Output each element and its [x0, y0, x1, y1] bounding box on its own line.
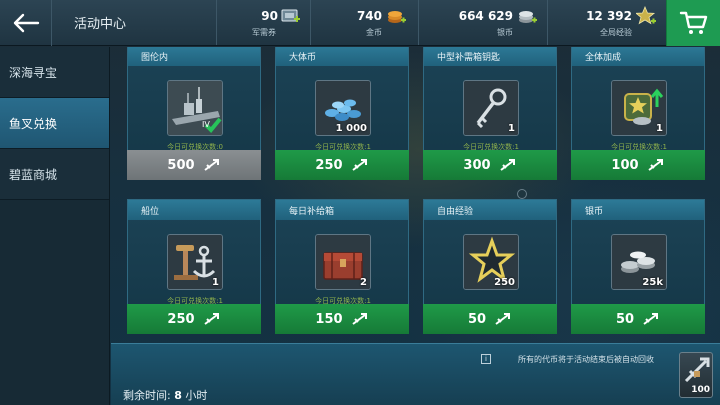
sidebar-item-deep-sea-treasure[interactable]: 深海寻宝: [0, 47, 109, 98]
sidebar-item-harpoon-exchange[interactable]: 鱼叉兑换: [0, 98, 109, 149]
svg-text:IV: IV: [202, 120, 210, 129]
card-item-image: 1 000: [315, 80, 371, 136]
card-item-image: 1: [463, 80, 519, 136]
exchange-card[interactable]: 中型补需箱钥匙 1 今日可兑换次数:1 300: [423, 47, 557, 180]
currency-label: 银币: [497, 28, 513, 37]
card-item-quantity: 1 000: [335, 123, 367, 134]
sidebar-item-label: 碧蓝商城: [9, 167, 58, 182]
ticket-icon: [281, 9, 300, 22]
card-title: 船位: [128, 200, 260, 220]
background-marker: [517, 189, 527, 199]
harpoon-token-icon: [643, 313, 659, 325]
remaining-time: 剩余时间: 8 小时: [123, 387, 207, 403]
back-arrow-icon: [13, 13, 39, 33]
card-price-button[interactable]: 100: [571, 150, 705, 180]
harpoon-token-icon: [499, 159, 515, 171]
gold-coin-icon: [388, 11, 406, 23]
page-title: 活动中心: [52, 0, 217, 45]
card-item-quantity: 1: [212, 277, 219, 288]
exchange-card[interactable]: 银币 25k 50: [571, 199, 705, 334]
exchange-card[interactable]: 大体币 1 000 今日可兑换次数:1 250: [275, 47, 409, 180]
remaining-time-label: 剩余时间:: [123, 389, 171, 402]
harpoon-token-icon: [495, 313, 511, 325]
card-item-quantity: 1: [508, 123, 515, 134]
remaining-time-unit: 小时: [185, 389, 208, 402]
sidebar-item-label: 深海寻宝: [9, 65, 58, 80]
card-title: 自由经验: [424, 200, 556, 220]
harpoon-token-icon: [351, 313, 367, 325]
card-item-image: 2: [315, 234, 371, 290]
card-price-value: 500: [167, 157, 195, 173]
card-item-quantity: 1: [656, 123, 663, 134]
sidebar-item-azure-store[interactable]: 碧蓝商城: [0, 149, 109, 200]
card-item-quantity: 2: [360, 277, 367, 288]
currency-gold[interactable]: 740 金币: [311, 0, 419, 45]
card-price-button[interactable]: 150: [275, 304, 409, 334]
cart-icon: [679, 11, 707, 34]
currency-ticket[interactable]: 90 军需券: [217, 0, 311, 45]
currency-value: 740: [356, 9, 382, 23]
top-bar: 活动中心 90 军需券 740 金币 664 629 银币 12 392 全局经…: [0, 0, 720, 46]
sidebar-item-label: 鱼叉兑换: [9, 116, 58, 131]
card-item-quantity: 250: [494, 277, 515, 288]
card-price-button[interactable]: 300: [423, 150, 557, 180]
card-price-button[interactable]: 50: [571, 304, 705, 334]
silver-coin-icon: [519, 11, 537, 23]
card-title: 图伦内: [128, 47, 260, 66]
currency-label: 军需券: [252, 28, 276, 37]
info-icon: i: [481, 354, 491, 364]
card-price-value: 250: [315, 157, 343, 173]
card-item-image: 1: [167, 234, 223, 290]
card-item-image: 250: [463, 234, 519, 290]
exchange-card[interactable]: 自由经验 250 50: [423, 199, 557, 334]
card-price-value: 50: [615, 311, 635, 327]
card-item-image: 1: [611, 80, 667, 136]
card-item-image: IV: [167, 80, 223, 136]
ship-icon: IV: [168, 81, 222, 135]
card-title: 银币: [572, 200, 704, 220]
exchange-card[interactable]: 船位 1 今日可兑换次数:1 250: [127, 199, 261, 334]
currency-value: 90: [261, 9, 278, 23]
card-title: 每日补给箱: [276, 200, 408, 220]
currency-value: 664 629: [458, 9, 513, 23]
currency-label: 金币: [366, 28, 382, 37]
back-button[interactable]: [0, 0, 52, 46]
card-item-quantity: 25k: [642, 277, 663, 288]
card-title: 大体币: [276, 47, 408, 66]
harpoon-token-icon: [647, 159, 663, 171]
card-price-button[interactable]: 500: [127, 150, 261, 180]
harpoon-token-balance[interactable]: 100: [679, 352, 713, 398]
card-price-value: 250: [167, 311, 195, 327]
card-item-image: 25k: [611, 234, 667, 290]
currency-label: 全局经验: [600, 28, 632, 37]
card-price-button[interactable]: 250: [275, 150, 409, 180]
sidebar: 深海寻宝 鱼叉兑换 碧蓝商城: [0, 47, 110, 405]
remaining-time-value: 8: [174, 389, 182, 402]
harpoon-token-icon: [203, 159, 219, 171]
card-price-button[interactable]: 50: [423, 304, 557, 334]
card-title: 全体加成: [572, 47, 704, 66]
exchange-card[interactable]: 每日补给箱 2 今日可兑换次数:1 150: [275, 199, 409, 334]
harpoon-token-icon: [351, 159, 367, 171]
exchange-grid: 图伦内 IV 今日可兑换次数:0 500 大体币 1 000 今日可兑换次数:1…: [111, 47, 720, 342]
global-xp-star-icon: [636, 6, 656, 25]
card-price-value: 300: [463, 157, 491, 173]
currency-value: 12 392: [586, 9, 632, 23]
harpoon-token-icon: [203, 313, 219, 325]
card-price-value: 100: [611, 157, 639, 173]
shop-cart-button[interactable]: [666, 0, 720, 46]
card-price-button[interactable]: 250: [127, 304, 261, 334]
card-price-value: 150: [315, 311, 343, 327]
card-price-value: 50: [467, 311, 487, 327]
exchange-card[interactable]: 全体加成 1 今日可兑换次数:1 100: [571, 47, 705, 180]
harpoon-token-icon: [684, 357, 710, 383]
exchange-card[interactable]: 图伦内 IV 今日可兑换次数:0 500: [127, 47, 261, 180]
token-recall-notice: 所有的代币将于活动结束后被自动回收: [518, 355, 654, 364]
currency-global-xp[interactable]: 12 392 全局经验: [548, 0, 664, 45]
card-title: 中型补需箱钥匙: [424, 47, 556, 66]
bottom-bar: i 所有的代币将于活动结束后被自动回收 剩余时间: 8 小时 100: [111, 343, 720, 405]
currency-silver[interactable]: 664 629 银币: [419, 0, 548, 45]
token-balance-value: 100: [691, 385, 710, 395]
